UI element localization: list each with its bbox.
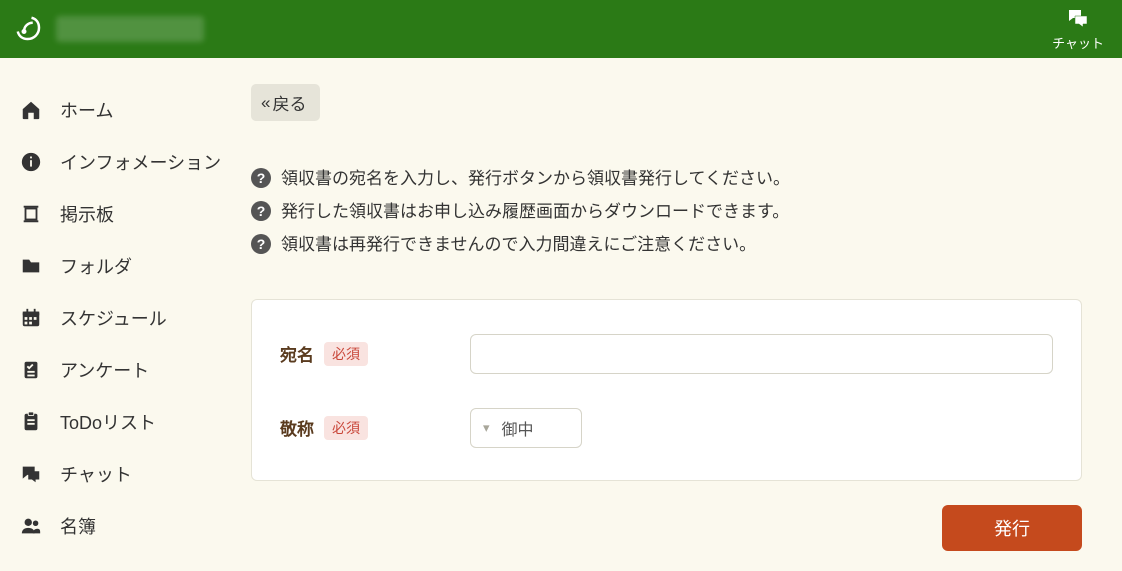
header-chat-button[interactable]: チャット	[1052, 7, 1104, 52]
instruction-text: 領収書の宛名を入力し、発行ボタンから領収書発行してください。	[281, 165, 790, 192]
back-label: 戻る	[272, 90, 306, 115]
atena-input[interactable]	[470, 334, 1053, 374]
sidebar-item-schedule[interactable]: スケジュール	[0, 292, 235, 344]
instruction-text: 発行した領収書はお申し込み履歴画面からダウンロードできます。	[281, 198, 789, 225]
back-button[interactable]: « 戻る	[251, 84, 320, 121]
required-badge: 必須	[324, 416, 368, 440]
instruction-line: ? 領収書の宛名を入力し、発行ボタンから領収書発行してください。	[251, 165, 1082, 192]
sidebar-item-label: ホーム	[60, 97, 113, 123]
question-icon: ?	[251, 201, 271, 221]
calendar-icon	[18, 305, 44, 331]
folder-icon	[18, 253, 44, 279]
brand-logo-icon	[12, 12, 46, 46]
sidebar-item-board[interactable]: 掲示板	[0, 188, 235, 240]
sidebar-item-label: フォルダ	[60, 253, 132, 279]
info-icon	[18, 149, 44, 175]
sidebar-item-members[interactable]: 名簿	[0, 500, 235, 552]
chat-icon	[18, 461, 44, 487]
members-icon	[18, 513, 44, 539]
sidebar-item-label: アンケート	[60, 357, 149, 383]
clipboard-icon	[18, 409, 44, 435]
sidebar-item-label: スケジュール	[60, 305, 167, 331]
sidebar-item-information[interactable]: インフォメーション	[0, 136, 235, 188]
brand-name-redacted	[56, 16, 204, 42]
back-chevron-icon: «	[261, 93, 270, 113]
sidebar-item-chat[interactable]: チャット	[0, 448, 235, 500]
form-row-keisho: 敬称 必須 ▾ 御中	[280, 408, 1053, 448]
question-icon: ?	[251, 168, 271, 188]
keisho-select[interactable]: ▾ 御中	[470, 408, 582, 448]
home-icon	[18, 97, 44, 123]
form-row-atena: 宛名 必須	[280, 334, 1053, 374]
sidebar-item-label: ToDoリスト	[60, 409, 156, 435]
keisho-selected-value: 御中	[502, 416, 534, 440]
label-keisho: 敬称	[280, 415, 314, 440]
label-atena: 宛名	[280, 341, 314, 366]
chat-icon	[1064, 7, 1092, 31]
sidebar: ホームインフォメーション掲示板フォルダスケジュールアンケート ToDoリストチャッ…	[0, 58, 235, 571]
sidebar-item-folder[interactable]: フォルダ	[0, 240, 235, 292]
instruction-text: 領収書は再発行できませんので入力間違えにご注意ください。	[281, 231, 756, 258]
form-card: 宛名 必須 敬称 必須 ▾ 御中	[251, 299, 1082, 481]
actions: 発行	[251, 505, 1082, 551]
question-icon: ?	[251, 234, 271, 254]
sidebar-item-todo[interactable]: ToDoリスト	[0, 396, 235, 448]
board-icon	[18, 201, 44, 227]
sidebar-item-label: 掲示板	[60, 201, 114, 227]
sidebar-item-home[interactable]: ホーム	[0, 84, 235, 136]
sidebar-item-label: チャット	[60, 461, 132, 487]
instruction-line: ? 領収書は再発行できませんので入力間違えにご注意ください。	[251, 231, 1082, 258]
instruction-line: ? 発行した領収書はお申し込み履歴画面からダウンロードできます。	[251, 198, 1082, 225]
required-badge: 必須	[324, 342, 368, 366]
header-chat-label: チャット	[1052, 33, 1104, 52]
brand	[12, 12, 204, 46]
instructions: ? 領収書の宛名を入力し、発行ボタンから領収書発行してください。? 発行した領収書は…	[251, 165, 1082, 259]
sidebar-item-survey[interactable]: アンケート	[0, 344, 235, 396]
main-content: « 戻る ? 領収書の宛名を入力し、発行ボタンから領収書発行してください。? 発行し…	[235, 58, 1122, 571]
sidebar-item-label: インフォメーション	[60, 149, 221, 175]
chevron-down-icon: ▾	[483, 420, 490, 436]
submit-button[interactable]: 発行	[942, 505, 1082, 551]
top-bar: チャット	[0, 0, 1122, 58]
survey-icon	[18, 357, 44, 383]
sidebar-item-label: 名簿	[60, 513, 96, 539]
